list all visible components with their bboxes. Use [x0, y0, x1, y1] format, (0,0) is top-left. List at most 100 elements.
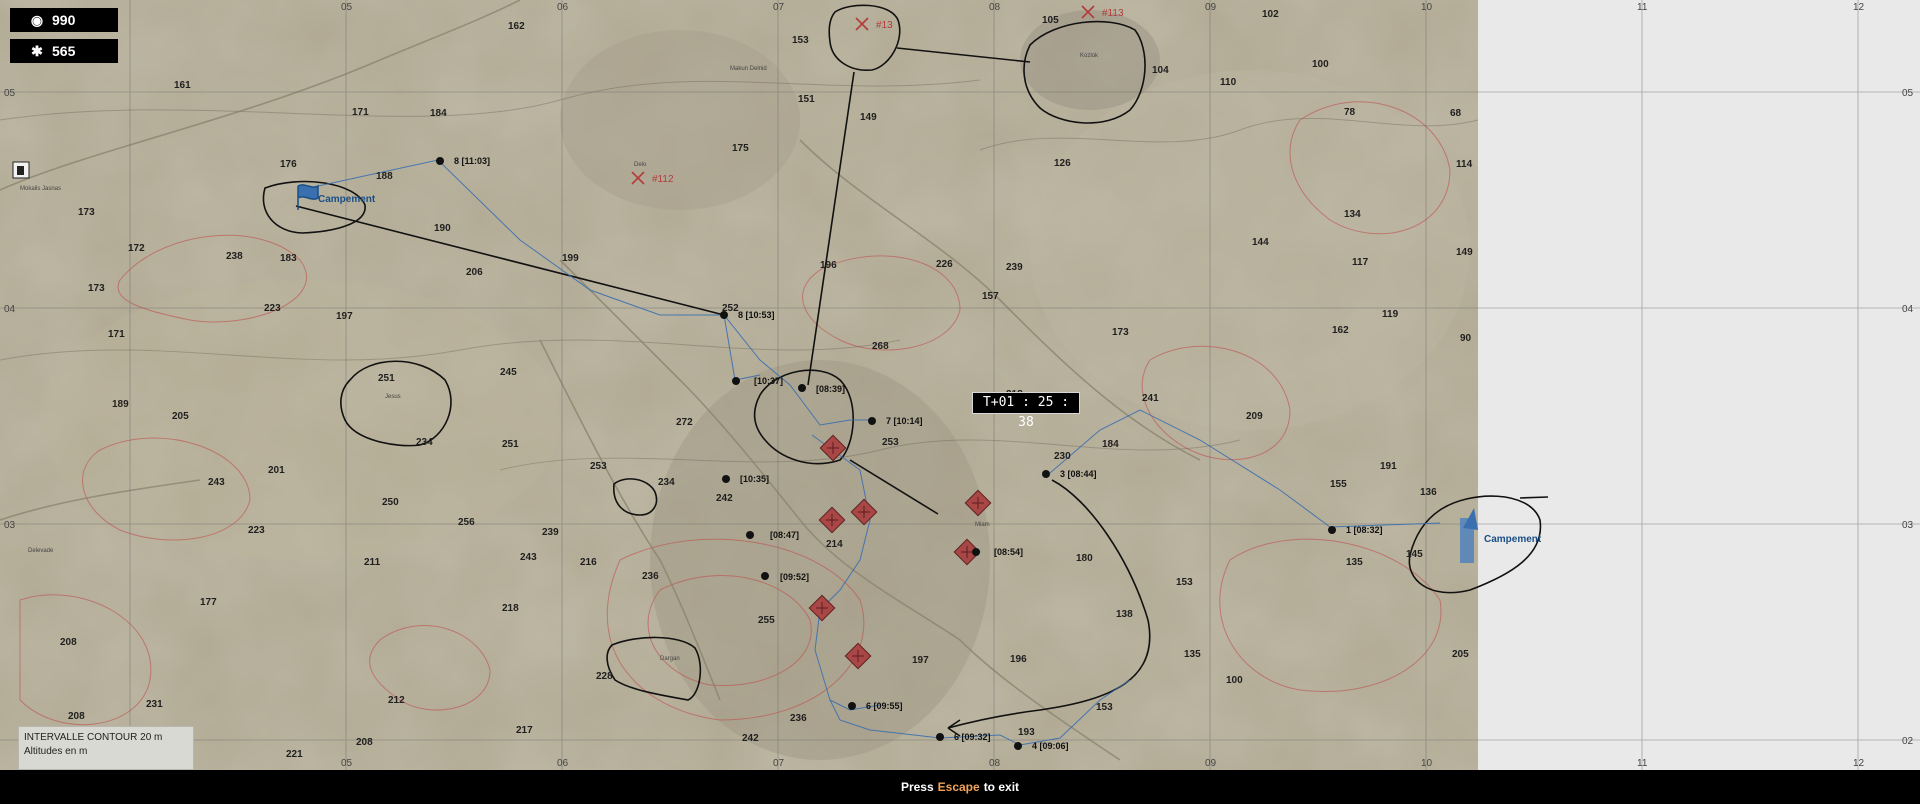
elevation-label: 173 [78, 207, 95, 218]
elevation-label: 234 [416, 437, 433, 448]
elevation-label: 78 [1344, 107, 1356, 118]
elevation-label: 162 [508, 21, 525, 32]
legend-altitude-units: Altitudes en m [24, 746, 88, 757]
grid-label-top: 07 [773, 2, 785, 13]
elevation-label: 191 [1380, 461, 1397, 472]
elevation-label: 242 [742, 733, 759, 744]
grid-label-top: 06 [557, 2, 569, 13]
elevation-label: 193 [1018, 727, 1035, 738]
objective-label: #112 [652, 174, 674, 185]
elevation-label: 171 [352, 107, 369, 118]
objective-label: #113 [1102, 8, 1124, 19]
elevation-label: 218 [502, 603, 519, 614]
elevation-label: 250 [382, 497, 399, 508]
waypoint-label: 8 [11:03] [454, 156, 490, 166]
elevation-label: 197 [912, 655, 929, 666]
elevation-label: 226 [936, 259, 953, 270]
elevation-label: 180 [1076, 553, 1093, 564]
elevation-label: 223 [264, 303, 281, 314]
elevation-label: 242 [716, 493, 733, 504]
elevation-label: 256 [458, 517, 475, 528]
elevation-label: 197 [336, 311, 353, 322]
objective-label: #13 [876, 20, 893, 31]
town-label: Jesus [385, 394, 401, 400]
elevation-label: 253 [590, 461, 607, 472]
exit-hint-suffix: to exit [983, 780, 1020, 794]
grid-label-bottom: 11 [1637, 758, 1648, 769]
grid-label-right: 03 [1902, 520, 1914, 531]
elevation-label: 231 [146, 699, 163, 710]
elevation-label: 214 [826, 539, 843, 550]
grid-label-top: 11 [1637, 2, 1648, 13]
grid-label-right: 02 [1902, 736, 1914, 747]
elevation-label: 175 [732, 143, 749, 154]
town-label: Delo [634, 162, 647, 168]
mission-timer: T+01 : 25 : 38 [972, 392, 1080, 430]
elevation-label: 138 [1116, 609, 1133, 620]
elevation-label: 102 [1262, 9, 1279, 20]
grid-label-bottom: 08 [989, 758, 1001, 769]
elevation-label: 268 [872, 341, 889, 352]
elevation-label: 236 [790, 713, 807, 724]
elevation-label: 209 [1246, 411, 1263, 422]
elevation-label: 208 [68, 711, 85, 722]
grid-label-left: 03 [4, 520, 16, 531]
binoculars-icon: ◉ [30, 11, 44, 28]
elevation-label: 136 [1420, 487, 1437, 498]
elevation-label: 155 [1330, 479, 1347, 490]
elevation-label: 230 [1054, 451, 1071, 462]
elevation-label: 153 [792, 35, 809, 46]
town-label: Mokalis Jasnas [20, 186, 61, 192]
elevation-label: 135 [1346, 557, 1363, 568]
elevation-label: 251 [378, 373, 395, 384]
elevation-label: 208 [60, 637, 77, 648]
elevation-label: 172 [128, 243, 145, 254]
elevation-label: 162 [1332, 325, 1349, 336]
waypoint-label: [09:52] [780, 572, 809, 582]
elevation-label: 234 [658, 477, 675, 488]
elevation-label: 205 [172, 411, 189, 422]
waypoint-label: [08:47] [770, 530, 799, 540]
elevation-label: 100 [1226, 675, 1243, 686]
grid-label-top: 08 [989, 2, 1001, 13]
exit-hint-prefix: Press [900, 780, 934, 794]
elevation-label: 114 [1456, 159, 1473, 170]
elevation-label: 104 [1152, 65, 1169, 76]
grid-label-bottom: 12 [1853, 758, 1865, 769]
elevation-label: 157 [982, 291, 999, 302]
elevation-label: 149 [1456, 247, 1473, 258]
grid-label-bottom: 07 [773, 758, 785, 769]
elevation-label: 153 [1176, 577, 1193, 588]
waypoint-label: [08:39] [816, 384, 845, 394]
elevation-label: 206 [466, 267, 483, 278]
town-label: Makun Delnid [730, 66, 767, 72]
elevation-label: 272 [676, 417, 693, 428]
map-viewport[interactable]: 05 06 07 08 09 10 11 12 05 06 07 08 09 1… [0, 0, 1920, 770]
counter-value: 990 [52, 12, 76, 28]
elevation-label: 221 [286, 749, 303, 760]
elevation-label: 161 [174, 80, 191, 91]
elevation-label: 201 [268, 465, 285, 476]
grid-label-right: 05 [1902, 88, 1914, 99]
elevation-label: 184 [430, 108, 447, 119]
grid-label-bottom: 06 [557, 758, 569, 769]
elevation-label: 236 [642, 571, 659, 582]
grid-label-bottom: 09 [1205, 758, 1217, 769]
waypoint-label: [08:54] [994, 547, 1023, 557]
exit-hint-bar: Press Escape to exit [0, 770, 1920, 804]
grid-label-right: 04 [1902, 304, 1914, 315]
grid-label-left: 05 [4, 88, 16, 99]
elevation-label: 173 [88, 283, 105, 294]
legend-contour-interval: INTERVALLE CONTOUR 20 m [24, 732, 163, 743]
area-outline-east-tail [1519, 496, 1549, 499]
grid-label-left: 04 [4, 304, 16, 315]
escape-key-hint[interactable]: Escape [938, 780, 980, 794]
elevation-label: 251 [502, 439, 519, 450]
tactical-map[interactable]: 05 06 07 08 09 10 11 12 05 06 07 08 09 1… [0, 0, 1920, 770]
elevation-label: 183 [280, 253, 297, 264]
elevation-label: 184 [1102, 439, 1119, 450]
elevation-label: 68 [1450, 108, 1462, 119]
grid-label-top: 10 [1421, 2, 1433, 13]
elevation-label: 239 [542, 527, 559, 538]
waypoint-label: 1 [08:32] [1346, 525, 1383, 535]
